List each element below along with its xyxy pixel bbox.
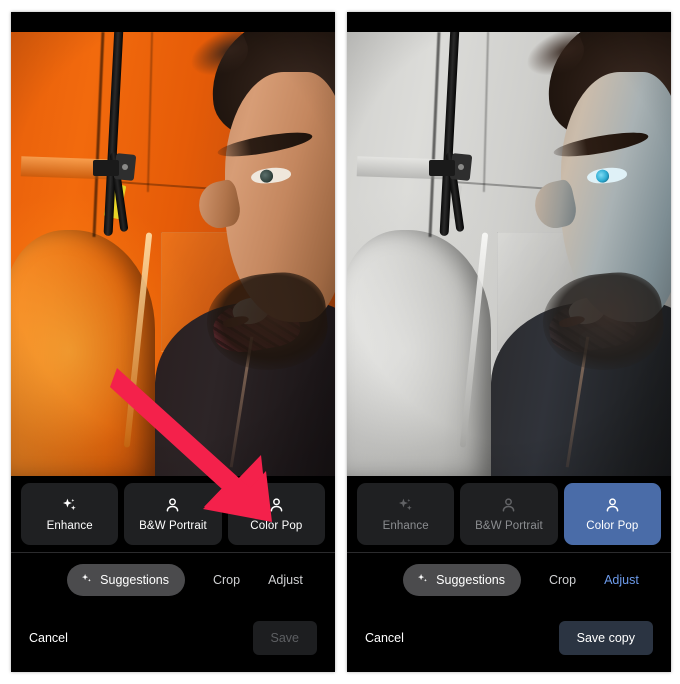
sparkle-icon [80,572,93,588]
photo-subject-after [347,32,671,476]
sparkle-icon [396,496,415,515]
cancel-button[interactable]: Cancel [29,631,68,645]
person-icon [163,496,182,515]
photo-iris [259,168,274,184]
sparkle-icon [60,496,79,515]
action-bar-before: Cancel Save [11,607,335,669]
tab-suggestions[interactable]: Suggestions [67,564,185,596]
status-bar-after [347,12,671,32]
home-indicator-area-after [347,669,671,672]
photo-iris [595,168,610,184]
suggestion-card-color-pop[interactable]: Color Pop [563,483,661,545]
cancel-button[interactable]: Cancel [365,631,404,645]
photo-subject-before [11,32,335,476]
tab-label: Suggestions [100,573,169,587]
sparkle-icon [416,572,429,588]
suggestion-strip-before: Enhance B&W Portrait Color Pop [11,476,335,552]
suggestion-card-bw-portrait[interactable]: B&W Portrait [124,483,222,545]
phone-panel-before: Enhance B&W Portrait Color Pop Suggestio… [11,12,335,672]
tab-bar-before: Suggestions Crop Adjust [11,553,335,607]
suggestion-card-enhance[interactable]: Enhance [21,483,119,545]
tab-adjust[interactable]: Adjust [268,573,303,587]
person-icon [603,496,622,515]
photo-preview-before[interactable] [11,32,335,476]
tab-crop[interactable]: Crop [213,573,240,587]
save-copy-button[interactable]: Save copy [558,621,653,655]
suggestion-card-label: Color Pop [250,520,303,532]
status-bar-before [11,12,335,32]
person-icon [267,496,286,515]
person-icon [499,496,518,515]
suggestion-card-label: Enhance [382,520,429,532]
suggestion-card-label: B&W Portrait [139,520,207,532]
tab-bar-after: Suggestions Crop Adjust [347,553,671,607]
suggestion-card-label: Color Pop [586,520,639,532]
tab-suggestions[interactable]: Suggestions [403,564,521,596]
suggestion-card-label: Enhance [46,520,93,532]
save-button[interactable]: Save [252,621,317,655]
suggestion-card-label: B&W Portrait [475,520,543,532]
tab-label: Suggestions [436,573,505,587]
tab-crop[interactable]: Crop [549,573,576,587]
suggestion-card-bw-portrait[interactable]: B&W Portrait [460,483,558,545]
suggestion-strip-after: Enhance B&W Portrait Color Pop [347,476,671,552]
tab-adjust[interactable]: Adjust [604,573,639,587]
photo-preview-after[interactable] [347,32,671,476]
suggestion-card-color-pop[interactable]: Color Pop [227,483,325,545]
suggestion-card-enhance[interactable]: Enhance [357,483,455,545]
comparison-stage: Enhance B&W Portrait Color Pop Suggestio… [0,0,680,684]
phone-panel-after: Enhance B&W Portrait Color Pop Suggestio… [347,12,671,672]
home-indicator-area-before [11,669,335,672]
action-bar-after: Cancel Save copy [347,607,671,669]
